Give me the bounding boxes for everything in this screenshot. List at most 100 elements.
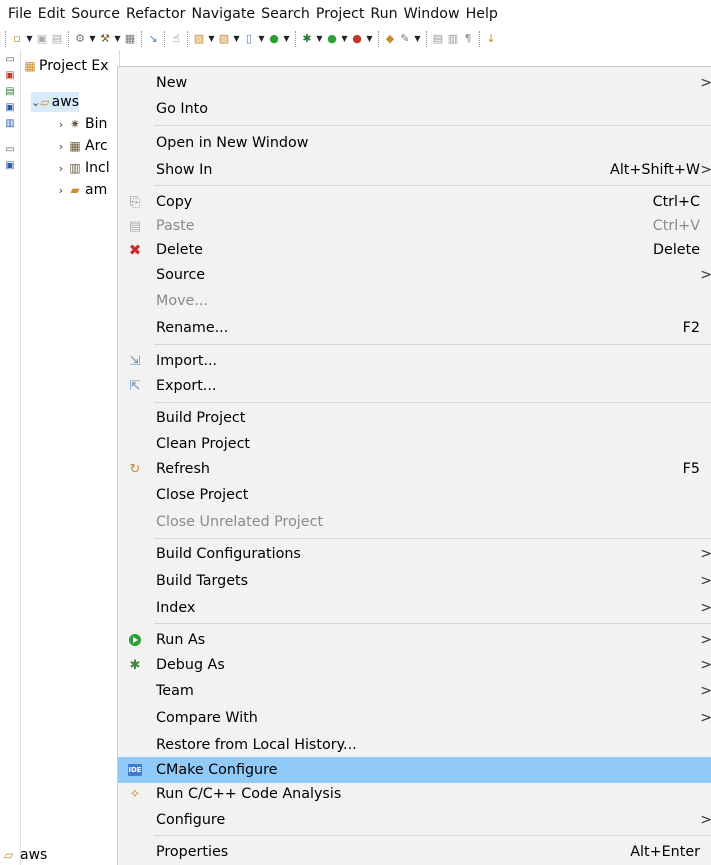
new-icon[interactable]: ▫	[10, 31, 24, 47]
menu-item-import[interactable]: ⇲ Import...	[118, 348, 711, 374]
menu-item-rename[interactable]: Rename... F2	[118, 315, 711, 341]
open-type-icon[interactable]: ◆	[383, 31, 397, 47]
menu-refactor[interactable]: Refactor	[123, 0, 189, 28]
build-dropdown-icon[interactable]: ▼	[113, 31, 122, 47]
menu-item-label: CMake Configure	[156, 762, 278, 778]
toggle-mark-icon[interactable]: ↘	[146, 31, 160, 47]
archives-icon: ▦	[69, 139, 81, 153]
view-icon[interactable]: ▣	[4, 160, 16, 172]
menu-item-build-targets[interactable]: Build Targets >	[118, 568, 711, 594]
search-tool-icon[interactable]: ✎	[398, 31, 412, 47]
menu-separator	[154, 125, 711, 126]
console-icon[interactable]: ▣	[4, 102, 16, 114]
tree-item-archives[interactable]: › ▦ Arc	[55, 136, 108, 156]
menu-item-run-code-analysis[interactable]: ✧ Run C/C++ Code Analysis	[118, 781, 711, 807]
restore2-icon[interactable]: ▭	[4, 144, 16, 156]
project-explorer-tab[interactable]: ▦ Project Ex	[21, 56, 108, 76]
pane2-icon[interactable]: ▥	[446, 31, 460, 47]
menu-item-build-project[interactable]: Build Project	[118, 405, 711, 431]
run-dropdown-icon[interactable]: ▼	[340, 31, 349, 47]
collapse-arrow-icon[interactable]: ›	[55, 184, 67, 197]
tree-item-am[interactable]: › ▰ am	[55, 180, 107, 200]
debug-icon[interactable]: ✱	[300, 31, 314, 47]
problems-icon[interactable]: ▥	[4, 118, 16, 130]
toolbar-separator	[187, 31, 189, 47]
menu-item-label: Close Project	[156, 487, 249, 503]
menu-file[interactable]: File	[5, 0, 35, 28]
new-folder-icon[interactable]: ▧	[217, 31, 231, 47]
search-dropdown-icon[interactable]: ▼	[413, 31, 422, 47]
menu-item-close-project[interactable]: Close Project	[118, 482, 711, 508]
menu-item-run-as[interactable]: Run As >	[118, 627, 711, 653]
build-icon[interactable]: ⚒	[98, 31, 112, 47]
menu-item-compare-with[interactable]: Compare With >	[118, 705, 711, 731]
menu-item-clean-project[interactable]: Clean Project	[118, 431, 711, 457]
menu-item-export[interactable]: ⇱ Export...	[118, 373, 711, 399]
menu-item-copy[interactable]: ⎘ Copy Ctrl+C	[118, 189, 711, 215]
save-icon[interactable]: ▣	[35, 31, 49, 47]
debug-dropdown-icon[interactable]: ▼	[315, 31, 324, 47]
menu-item-label: Move...	[156, 293, 208, 309]
copy-icon: ⎘	[129, 194, 141, 210]
build-settings-icon[interactable]: ⚙	[73, 31, 87, 47]
menu-window[interactable]: Window	[401, 0, 463, 28]
tree-item-includes[interactable]: › ▥ Incl	[55, 158, 110, 178]
new-folder-dropdown-icon[interactable]: ▼	[232, 31, 241, 47]
left-trim-stack: ▭ ▣ ▤ ▣ ▥ ▭ ▣	[0, 50, 20, 865]
menu-item-refresh[interactable]: ↻ Refresh F5	[118, 456, 711, 482]
menu-item-label: Source	[156, 267, 206, 283]
collapse-arrow-icon[interactable]: ›	[55, 140, 67, 153]
menu-item-build-configurations[interactable]: Build Configurations >	[118, 541, 711, 567]
restore-icon[interactable]: ▭	[4, 54, 16, 66]
menu-item-team[interactable]: Team >	[118, 678, 711, 704]
hand-icon[interactable]: ☝	[169, 31, 183, 47]
pane-icon[interactable]: ▤	[431, 31, 445, 47]
new-file-icon[interactable]: ▯	[242, 31, 256, 47]
menu-item-close-unrelated-project[interactable]: Close Unrelated Project	[118, 509, 711, 535]
menu-item-debug-as[interactable]: ✱ Debug As >	[118, 652, 711, 678]
menu-item-cmake-configure[interactable]: IDE CMake Configure	[118, 757, 711, 783]
menu-help[interactable]: Help	[463, 0, 501, 28]
new-class-icon[interactable]: ●	[267, 31, 281, 47]
new-dropdown-icon[interactable]: ▼	[25, 31, 34, 47]
new-project-dropdown-icon[interactable]: ▼	[207, 31, 216, 47]
menu-item-label: Configure	[156, 812, 226, 828]
menu-item-configure[interactable]: Configure >	[118, 807, 711, 833]
menu-item-restore-from-local-history[interactable]: Restore from Local History...	[118, 732, 711, 758]
menu-item-open-in-new-window[interactable]: Open in New Window	[118, 130, 711, 156]
next-annotation-icon[interactable]: ↓	[484, 31, 498, 47]
save-all-icon[interactable]: ▤	[50, 31, 64, 47]
external-tools-dropdown-icon[interactable]: ▼	[365, 31, 374, 47]
menu-item-source[interactable]: Source >	[118, 262, 711, 288]
pilcrow-icon[interactable]: ¶	[461, 31, 475, 47]
menu-item-paste[interactable]: ▤ Paste Ctrl+V	[118, 213, 711, 239]
menu-item-show-in[interactable]: Show In Alt+Shift+W >	[118, 157, 711, 183]
menu-item-new[interactable]: New >	[118, 70, 711, 96]
expand-arrow-icon[interactable]: ⌄	[31, 96, 40, 109]
collapse-arrow-icon[interactable]: ›	[55, 118, 67, 131]
run-icon[interactable]: ●	[325, 31, 339, 47]
menu-item-index[interactable]: Index >	[118, 595, 711, 621]
menu-item-properties[interactable]: Properties Alt+Enter	[118, 839, 711, 865]
menu-run[interactable]: Run	[367, 0, 400, 28]
menu-item-go-into[interactable]: Go Into	[118, 96, 711, 122]
bin-icon[interactable]: ▦	[123, 31, 137, 47]
menu-item-delete[interactable]: ✖ Delete Delete	[118, 237, 711, 263]
menu-item-move[interactable]: Move...	[118, 288, 711, 314]
new-file-dropdown-icon[interactable]: ▼	[257, 31, 266, 47]
new-project-icon[interactable]: ▨	[192, 31, 206, 47]
tree-item-aws[interactable]: ⌄ ▱ aws	[31, 92, 79, 112]
collapse-arrow-icon[interactable]: ›	[55, 162, 67, 175]
external-tools-icon[interactable]: ●	[350, 31, 364, 47]
new-class-dropdown-icon[interactable]: ▼	[282, 31, 291, 47]
menu-project[interactable]: Project	[313, 0, 368, 28]
menu-search[interactable]: Search	[258, 0, 313, 28]
outline-icon[interactable]: ▣	[4, 70, 16, 82]
menu-navigate[interactable]: Navigate	[188, 0, 258, 28]
make-target-icon[interactable]: ▤	[4, 86, 16, 98]
menu-edit[interactable]: Edit	[35, 0, 68, 28]
tree-item-binaries[interactable]: › ✷ Bin	[55, 114, 108, 134]
menu-item-shortcut: Ctrl+V	[652, 218, 700, 234]
menu-source[interactable]: Source	[68, 0, 123, 28]
build-settings-dropdown-icon[interactable]: ▼	[88, 31, 97, 47]
